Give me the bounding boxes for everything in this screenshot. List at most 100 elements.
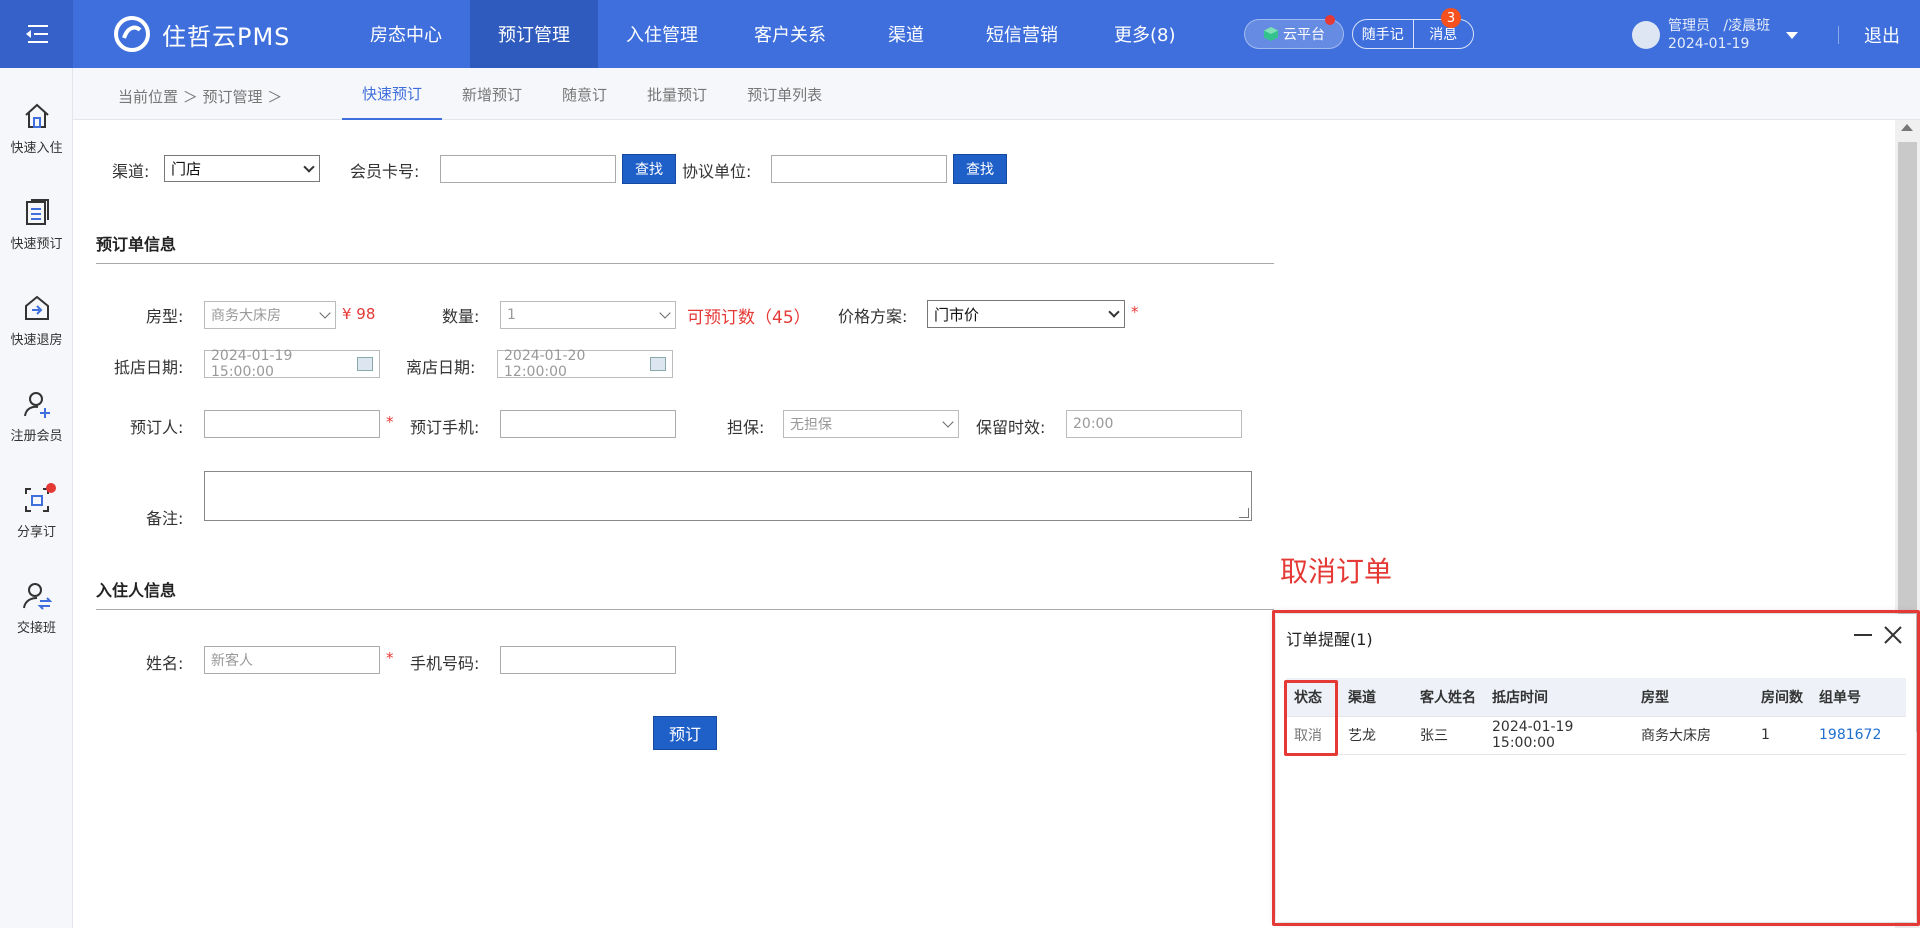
nav-item-more[interactable]: 更多(8) (1086, 0, 1204, 68)
guest-name-input[interactable]: 新客人 (204, 646, 380, 674)
nav-item-checkin[interactable]: 入住管理 (598, 0, 726, 68)
share-icon-wrapper (22, 482, 56, 515)
user-menu[interactable]: 管理员 /凌晨班 2024-01-19 (1632, 14, 1799, 56)
agreement-input[interactable] (771, 155, 947, 183)
nav-item-reservations[interactable]: 预订管理 (470, 0, 598, 68)
price-plan-label: 价格方案: (838, 307, 908, 326)
sidebar-item-quick-checkout[interactable]: 快速退房 (0, 280, 73, 360)
menu-collapse-icon (25, 25, 48, 43)
sidebar-item-label: 快速预订 (10, 236, 63, 252)
nav-item-crm[interactable]: 客户关系 (726, 0, 854, 68)
sidebar-item-label: 快速退房 (10, 332, 63, 348)
agreement-label: 协议单位: (682, 162, 752, 181)
guarantee-value: 无担保 (790, 417, 832, 433)
leave-date-input[interactable]: 2024-01-20 12:00:00 (497, 348, 673, 380)
leave-date-label: 离店日期: (406, 358, 476, 377)
tab-new-booking[interactable]: 新增预订 (442, 68, 542, 120)
logout-button[interactable]: 退出 (1864, 22, 1900, 48)
avatar (1632, 21, 1660, 49)
quick-tools: 随手记 消息 3 (1352, 8, 1474, 49)
guarantee-label: 担保: (727, 418, 765, 437)
booker-phone-input[interactable] (500, 410, 676, 438)
nav-item-channels[interactable]: 渠道 (854, 0, 958, 68)
hold-time-input[interactable]: 20:00 (1066, 410, 1242, 438)
sub-nav-bar: 当前位置 ＞ 预订管理 ＞ 快速预订 新增预订 随意订 批量预订 预订单列表 (73, 68, 1920, 120)
sidebar-item-shift-handover[interactable]: 交接班 (0, 568, 73, 648)
required-mark: * (386, 649, 394, 667)
sidebar-item-label: 交接班 (16, 620, 56, 636)
annotation-status-highlight (1284, 680, 1338, 756)
sidebar-item-register-member[interactable]: 注册会员 (0, 376, 73, 456)
calendar-icon[interactable] (357, 357, 373, 371)
user-info: 管理员 /凌晨班 2024-01-19 (1668, 17, 1770, 53)
order-info-section-title: 预订单信息 (96, 235, 177, 254)
arrive-date-value: 2024-01-19 15:00:00 (211, 348, 293, 380)
home-icon (24, 103, 49, 128)
sub-tabs: 快速预订 新增预订 随意订 批量预订 预订单列表 (342, 68, 842, 120)
remark-label: 备注: (146, 509, 184, 528)
sidebar-item-label: 分享订 (16, 524, 56, 540)
booker-phone-label: 预订手机: (410, 418, 480, 437)
member-card-label: 会员卡号: (350, 162, 420, 181)
quantity-label: 数量: (442, 307, 480, 326)
booker-input[interactable] (204, 410, 380, 438)
logo: 住哲云PMS (114, 16, 290, 52)
chevron-down-icon (942, 416, 954, 428)
user-add-icon (23, 391, 50, 418)
nav-item-sms[interactable]: 短信营销 (958, 0, 1086, 68)
annotation-label: 取消订单 (1280, 555, 1393, 588)
required-mark: * (1131, 303, 1139, 321)
sidebar-item-share-booking[interactable]: 分享订 (0, 472, 73, 552)
find-member-button[interactable]: 查找 (622, 154, 676, 184)
room-type-select[interactable]: 商务大床房 (204, 301, 336, 329)
channel-select[interactable]: 门店 (164, 155, 320, 182)
remark-textarea[interactable] (204, 471, 1252, 521)
list-icon (25, 198, 49, 225)
channel-value: 门店 (171, 160, 202, 178)
resize-handle-icon[interactable] (1239, 508, 1249, 518)
nav-item-room-status[interactable]: 房态中心 (342, 0, 470, 68)
guest-mobile-input[interactable] (500, 646, 676, 674)
sidebar-item-quick-checkin[interactable]: 快速入住 (0, 88, 73, 168)
menu-toggle-button[interactable] (0, 0, 73, 68)
guarantee-select[interactable]: 无担保 (783, 410, 959, 438)
member-card-input[interactable] (440, 155, 616, 183)
guest-mobile-label: 手机号码: (410, 654, 480, 673)
messages-badge: 3 (1441, 8, 1461, 28)
scroll-up-arrow-icon[interactable] (1901, 124, 1913, 131)
price-plan-value: 门市价 (934, 305, 980, 324)
divider (96, 263, 1274, 264)
quantity-select[interactable]: 1 (500, 301, 676, 329)
tab-free-booking[interactable]: 随意订 (542, 68, 627, 120)
chevron-down-icon (659, 307, 671, 319)
top-bar: 住哲云PMS 房态中心 预订管理 入住管理 客户关系 渠道 短信营销 更多(8)… (0, 0, 1920, 68)
handover-icon (22, 582, 52, 610)
checkout-icon (24, 295, 49, 320)
user-shift: /凌晨班 (1723, 18, 1771, 34)
logo-icon (114, 16, 150, 52)
arrive-date-input[interactable]: 2024-01-19 15:00:00 (204, 348, 380, 380)
chevron-down-icon (303, 160, 315, 173)
arrive-date-label: 抵店日期: (114, 358, 184, 377)
cloud-platform-button[interactable]: 云平台 (1244, 15, 1344, 49)
room-price: ¥ 98 (342, 305, 376, 323)
divider (96, 609, 1274, 610)
logo-text: 住哲云PMS (162, 22, 291, 51)
tab-quick-booking[interactable]: 快速预订 (342, 68, 443, 120)
sidebar-item-label: 快速入住 (10, 140, 63, 156)
quantity-value: 1 (507, 307, 516, 323)
messages-button[interactable]: 消息 3 (1412, 8, 1474, 48)
tab-booking-list[interactable]: 预订单列表 (727, 68, 842, 120)
chevron-down-icon (319, 307, 331, 319)
submit-booking-button[interactable]: 预订 (653, 716, 717, 750)
notification-dot (1325, 15, 1335, 25)
find-agreement-button[interactable]: 查找 (953, 154, 1007, 184)
price-plan-select[interactable]: 门市价 (927, 300, 1125, 328)
sidebar-item-quick-booking[interactable]: 快速预订 (0, 184, 73, 264)
calendar-icon[interactable] (650, 357, 666, 371)
guest-name-label: 姓名: (146, 654, 184, 673)
chevron-down-icon (1108, 306, 1120, 318)
notes-button[interactable]: 随手记 (1353, 20, 1413, 48)
room-type-value: 商务大床房 (211, 308, 281, 324)
tab-batch-booking[interactable]: 批量预订 (627, 68, 727, 120)
